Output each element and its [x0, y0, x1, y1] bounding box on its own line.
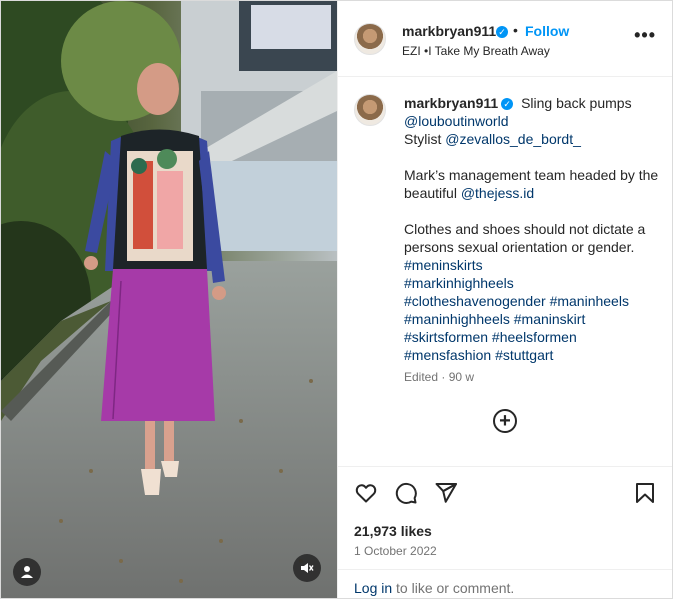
post-date[interactable]: 1 October 2022: [354, 544, 437, 558]
mention-louboutinworld[interactable]: @louboutinworld: [404, 113, 509, 129]
post-photo: [1, 1, 337, 598]
instagram-post: markbryan911 ✓ • Follow EZI •I Take My B…: [0, 0, 673, 599]
plus-circle-icon[interactable]: +: [493, 409, 517, 433]
author-avatar[interactable]: [354, 23, 386, 55]
hashtag[interactable]: #heelsformen: [492, 329, 577, 345]
hashtag[interactable]: #maninskirt: [514, 311, 586, 327]
hashtag[interactable]: #markinhighheels: [404, 275, 514, 291]
hashtag[interactable]: #meninskirts: [404, 257, 483, 273]
hashtag[interactable]: #maninhighheels: [404, 311, 510, 327]
post-media[interactable]: [1, 1, 337, 598]
hashtag[interactable]: #skirtsformen: [404, 329, 488, 345]
hashtag[interactable]: #maninheels: [550, 293, 629, 309]
action-bar: 21,973 likes 1 October 2022: [338, 466, 672, 558]
speaker-muted-icon: [301, 563, 314, 573]
audio-track-link[interactable]: EZI •I Take My Breath Away: [402, 44, 550, 58]
edited-separator: ·: [438, 370, 449, 384]
mention-stylist[interactable]: @zevallos_de_bordt_: [445, 131, 581, 147]
stylist-prefix: Stylist: [404, 131, 446, 147]
verified-badge-icon: ✓: [496, 26, 508, 38]
caption-username[interactable]: markbryan911: [404, 95, 498, 111]
more-options-icon[interactable]: •••: [634, 25, 656, 46]
follow-button[interactable]: Follow: [525, 23, 569, 39]
caption-author-avatar[interactable]: [354, 94, 386, 126]
caption-gap: [404, 148, 659, 166]
post-age[interactable]: 90 w: [449, 370, 474, 384]
caption-line-1-text: Sling back pumps: [517, 95, 632, 111]
edited-timestamp: Edited · 90 w: [404, 370, 474, 384]
comment-icon[interactable]: [394, 481, 418, 505]
heart-icon[interactable]: [354, 481, 378, 505]
mute-toggle-button[interactable]: [293, 554, 321, 582]
login-link[interactable]: Log in: [354, 580, 392, 596]
edited-label: Edited: [404, 370, 439, 384]
tagged-users-button[interactable]: [13, 558, 41, 586]
hashtag[interactable]: #clotheshavenogender: [404, 293, 546, 309]
mention-thejess[interactable]: @thejess.id: [461, 185, 534, 201]
person-icon: [21, 566, 33, 578]
post-sidebar: markbryan911 ✓ • Follow EZI •I Take My B…: [337, 1, 672, 598]
caption-gap: [404, 202, 659, 220]
share-icon[interactable]: [434, 481, 458, 505]
bookmark-icon[interactable]: [633, 481, 657, 505]
post-header: markbryan911 ✓ • Follow EZI •I Take My B…: [338, 1, 672, 77]
caption-text: markbryan911 ✓ Sling back pumps @loubouti…: [404, 94, 659, 364]
separator-dot: •: [513, 22, 518, 38]
likes-count[interactable]: 21,973 likes: [354, 523, 432, 539]
caption-section: markbryan911 ✓ Sling back pumps @loubouti…: [338, 78, 672, 463]
login-prompt-text: to like or comment.: [392, 580, 515, 596]
caption-line-1: markbryan911 ✓ Sling back pumps: [404, 94, 659, 112]
author-username[interactable]: markbryan911: [402, 23, 496, 39]
body-text: Clothes and shoes should not dictate a p…: [404, 221, 646, 255]
hashtag[interactable]: #stuttgart: [495, 347, 553, 363]
caption-body: Clothes and shoes should not dictate a p…: [404, 220, 659, 364]
verified-badge-icon: ✓: [501, 98, 514, 110]
login-prompt: Log in to like or comment.: [338, 569, 672, 598]
hashtag[interactable]: #mensfashion: [404, 347, 491, 363]
